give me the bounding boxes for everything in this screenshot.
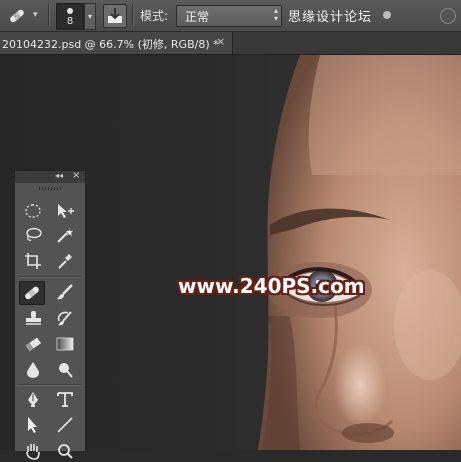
dodge-tool-icon[interactable] [53,359,77,381]
type-tool-icon[interactable] [53,388,77,410]
collapse-panel-icon[interactable]: ◂◂ [55,171,63,180]
close-panel-icon[interactable]: × [72,170,80,181]
zoom-tool-icon[interactable] [53,440,77,462]
sample-option-radio[interactable] [383,11,391,19]
eraser-tool-icon[interactable] [21,333,45,355]
brush-panel-icon [108,8,122,23]
mode-value: 正常 [185,10,210,24]
separator [19,384,81,385]
hand-tool-icon[interactable] [21,440,45,462]
clone-stamp-tool-icon[interactable] [21,307,45,329]
mode-label: 模式: [140,9,169,23]
mode-select[interactable]: 正常 ▴ ▾ [176,5,282,27]
tools-panel: ◂◂ × [14,170,86,460]
brush-picker[interactable]: 8 [56,3,84,30]
pen-tool-icon[interactable] [21,388,45,410]
brush-picker-dropdown[interactable]: ▾ [84,3,96,30]
separator [19,276,81,277]
forum-overlay-text: 思缘设计论坛 [288,10,373,25]
watermark-text: www.240PS.com [178,274,365,298]
document-tab-bar: 20104232.psd @ 66.7% (初修, RGB/8) * × [0,32,461,55]
separator [132,4,133,27]
brush-panel-button[interactable] [103,4,127,28]
document-tab-title: 20104232.psd @ 66.7% (初修, RGB/8) * [2,38,219,51]
healing-brush-tool-icon[interactable] [19,281,45,305]
eyedropper-tool-icon[interactable] [53,250,77,272]
brush-tip-icon [67,8,73,14]
panel-grip-handle[interactable] [39,187,61,190]
brush-tool-icon[interactable] [53,281,77,303]
magic-wand-tool-icon[interactable] [53,224,77,246]
brush-size-value: 8 [66,16,74,27]
gradient-tool-icon[interactable] [53,333,77,355]
path-selection-tool-icon[interactable] [21,414,45,436]
line-tool-icon[interactable] [53,414,77,436]
pressure-toggle-icon[interactable] [440,8,456,24]
select-arrows-icon: ▴ ▾ [273,6,278,23]
options-bar: ▾ 8 ▾ 模式: 正常 ▴ ▾ 思缘设计论坛 [0,0,461,32]
crop-tool-icon[interactable] [21,250,45,272]
healing-brush-tool-icon[interactable] [6,6,28,26]
document-tab[interactable]: 20104232.psd @ 66.7% (初修, RGB/8) * × [0,32,233,54]
marquee-tool-icon[interactable] [21,200,45,222]
blur-tool-icon[interactable] [21,359,45,381]
tools-panel-header[interactable]: ◂◂ × [15,170,85,183]
close-tab-icon[interactable]: × [216,35,225,48]
history-brush-tool-icon[interactable] [53,307,77,329]
separator [48,4,49,27]
move-tool-icon[interactable] [53,200,77,222]
tool-preset-caret-icon[interactable]: ▾ [33,10,38,20]
lasso-tool-icon[interactable] [21,224,45,246]
document-canvas[interactable]: www.240PS.com ◂◂ × [0,55,461,460]
